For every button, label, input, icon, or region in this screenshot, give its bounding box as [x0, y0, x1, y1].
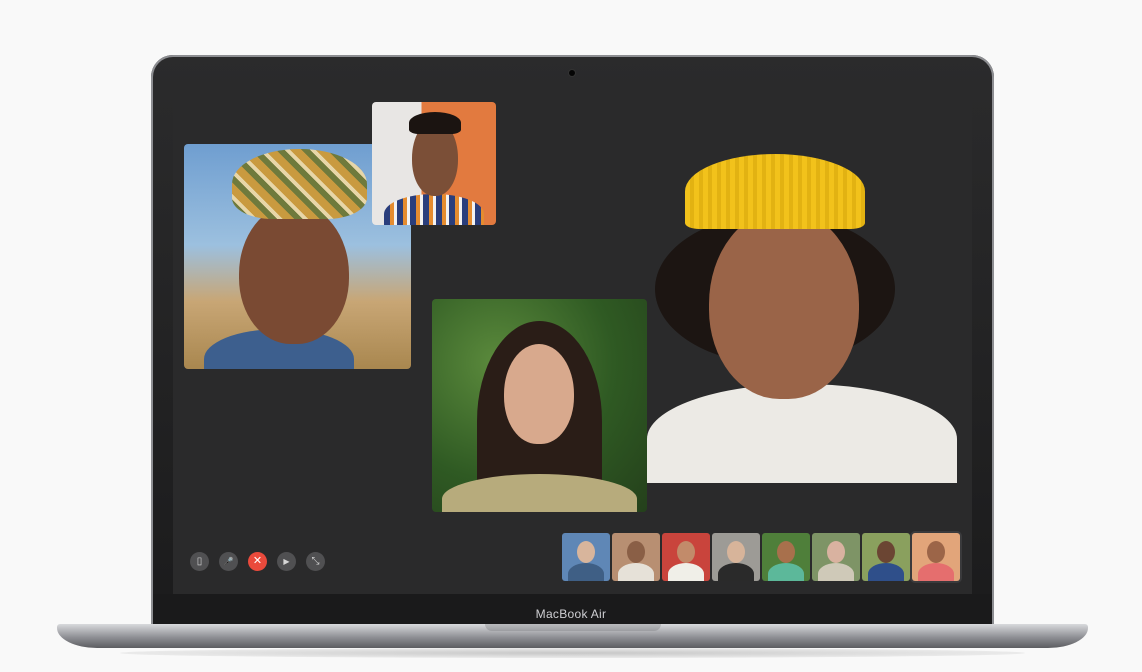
webcam-icon	[569, 70, 575, 76]
participant-thumbnail[interactable]	[912, 533, 960, 581]
mute-button[interactable]: 🎤	[219, 552, 238, 571]
participant-face	[504, 344, 574, 444]
macbook-air-device: ▯ 🎤 ✕ ▶ ⤡ MacBook Air	[0, 0, 1142, 672]
thumbnail-shirt	[918, 563, 954, 581]
fullscreen-button[interactable]: ⤡	[306, 552, 325, 571]
participant-hair	[409, 112, 461, 134]
thumbnail-shirt	[718, 563, 754, 581]
sidebar-toggle-button[interactable]: ▯	[190, 552, 209, 571]
call-controls-bar: ▯ 🎤 ✕ ▶ ⤡	[190, 552, 325, 571]
participant-shirt	[442, 474, 637, 512]
thumbnail-shirt	[818, 563, 854, 581]
participant-thumbnail[interactable]	[562, 533, 610, 581]
laptop-hinge-notch	[485, 624, 661, 631]
yellow-beanie	[685, 154, 865, 229]
thumbnail-face	[727, 541, 745, 563]
thumbnail-face	[927, 541, 945, 563]
microphone-icon: 🎤	[223, 556, 234, 566]
close-icon: ✕	[252, 555, 263, 567]
thumbnail-shirt	[568, 563, 604, 581]
camera-toggle-button[interactable]: ▶	[277, 552, 296, 571]
video-camera-icon: ▶	[283, 556, 290, 566]
participant-thumbnail[interactable]	[862, 533, 910, 581]
sidebar-icon: ▯	[196, 555, 203, 567]
participant-thumbnail[interactable]	[812, 533, 860, 581]
video-tile-participant-3[interactable]	[432, 299, 647, 512]
participant-thumbnail[interactable]	[662, 533, 710, 581]
thumbnail-face	[627, 541, 645, 563]
thumbnail-face	[677, 541, 695, 563]
thumbnail-face	[577, 541, 595, 563]
thumbnail-face	[777, 541, 795, 563]
participant-shirt	[384, 194, 484, 225]
video-tile-participant-4[interactable]	[627, 154, 961, 483]
facetime-window	[173, 91, 972, 594]
thumbnail-shirt	[868, 563, 904, 581]
thumbnail-face	[827, 541, 845, 563]
device-shadow	[120, 648, 1025, 658]
participants-strip	[562, 533, 960, 581]
thumbnail-shirt	[768, 563, 804, 581]
participant-thumbnail[interactable]	[612, 533, 660, 581]
thumbnail-face	[877, 541, 895, 563]
thumbnail-shirt	[618, 563, 654, 581]
video-tile-participant-2[interactable]	[372, 102, 496, 225]
participant-face	[239, 204, 349, 344]
participant-shirt	[647, 384, 957, 483]
fullscreen-icon: ⤡	[311, 555, 320, 567]
end-call-button[interactable]: ✕	[248, 552, 267, 571]
participant-thumbnail[interactable]	[762, 533, 810, 581]
thumbnail-shirt	[668, 563, 704, 581]
headscarf	[232, 149, 367, 219]
participant-face	[709, 209, 859, 399]
participant-thumbnail[interactable]	[712, 533, 760, 581]
device-brand-label: MacBook Air	[535, 607, 607, 621]
